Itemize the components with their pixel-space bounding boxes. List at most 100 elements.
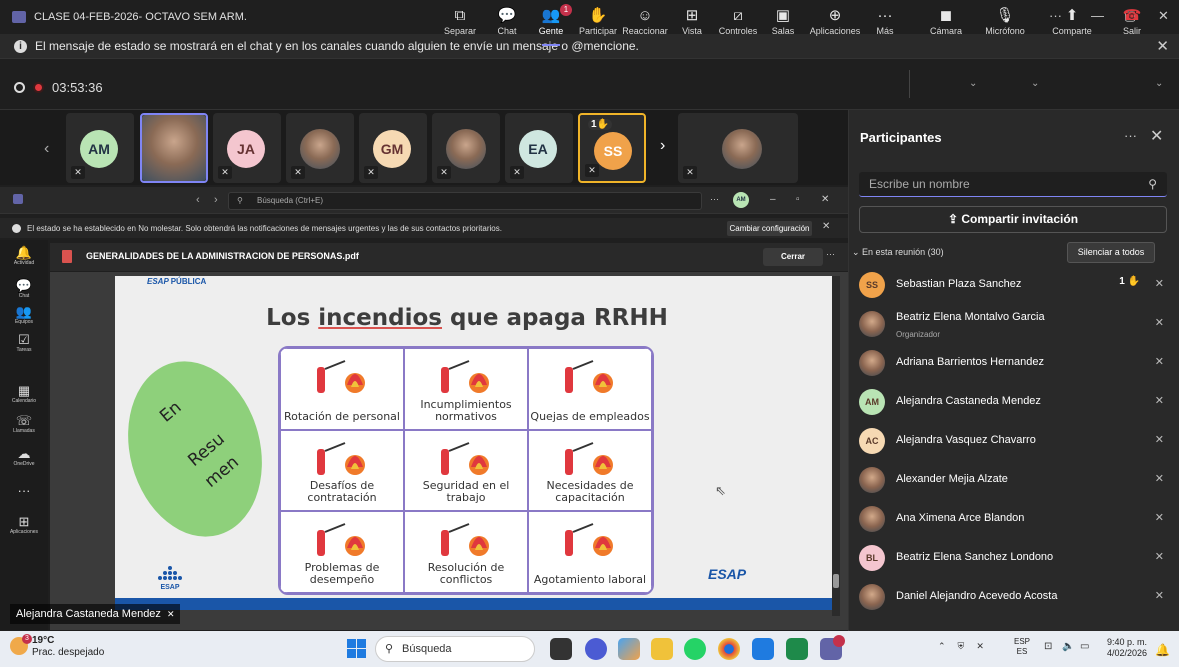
copilot-icon[interactable]: [585, 638, 607, 660]
vista-button[interactable]: ⊞ Vista: [678, 6, 706, 36]
clock[interactable]: 9:40 p. m. 4/02/2026: [1107, 637, 1147, 659]
scroll-thumb[interactable]: [833, 574, 839, 588]
salas-button[interactable]: ▣ Salas: [769, 6, 797, 36]
weather-widget[interactable]: 19°C Prac. despejado: [32, 635, 104, 659]
rail-item-llamadas[interactable]: ☏ Llamadas: [0, 414, 48, 435]
rail-item-calendario[interactable]: ▦ Calendario: [0, 384, 48, 405]
close-icon[interactable]: ✕: [1150, 126, 1163, 146]
video-tile-active[interactable]: [140, 113, 208, 183]
windows-start-icon[interactable]: [347, 639, 366, 658]
taskbar-search[interactable]: ⚲ Búsqueda: [375, 636, 535, 662]
participant-row[interactable]: Adriana Barrientos Hernandez ✕: [852, 346, 1174, 382]
video-tile[interactable]: JA ✕: [213, 113, 281, 183]
volume-icon[interactable]: 🔈: [1062, 641, 1074, 652]
restore-icon[interactable]: ▫: [796, 194, 800, 205]
participant-row[interactable]: AC Alejandra Vasquez Chavarro ✕: [852, 424, 1174, 460]
mic-off-icon[interactable]: ✕: [1155, 277, 1164, 290]
battery-icon[interactable]: ▭: [1080, 641, 1089, 652]
whatsapp-icon[interactable]: [684, 638, 706, 660]
reaccionar-button[interactable]: ☺ Reaccionar: [621, 6, 669, 36]
inner-search-input[interactable]: ⚲ Búsqueda (Ctrl+E): [228, 192, 702, 210]
participant-search-input[interactable]: Escribe un nombre ⚲: [859, 172, 1167, 197]
chevron-down-icon[interactable]: ⌄: [1031, 78, 1039, 89]
gente-button[interactable]: 👥 1 Gente: [536, 4, 572, 46]
mas-button[interactable]: ··· Más: [873, 6, 897, 36]
mic-off-icon[interactable]: ✕: [1155, 316, 1164, 329]
video-tile[interactable]: GM ✕: [359, 113, 427, 183]
video-tile[interactable]: EA ✕: [505, 113, 573, 183]
close-pdf-button[interactable]: Cerrar: [763, 248, 823, 266]
chrome-icon[interactable]: [718, 638, 740, 660]
mic-off-icon[interactable]: ✕: [1155, 355, 1164, 368]
security-icon[interactable]: ⛨: [958, 641, 965, 652]
next-icon[interactable]: ›: [660, 137, 665, 155]
close-window-button[interactable]: ✕: [1158, 8, 1169, 24]
mic-off-icon[interactable]: ✕: [1155, 394, 1164, 407]
pdf-scrollbar[interactable]: [832, 276, 840, 616]
video-tile[interactable]: ✕: [286, 113, 354, 183]
video-tile-raised-hand[interactable]: SS 1✋ ✕: [578, 113, 646, 183]
network-icon[interactable]: ⊡: [1044, 641, 1052, 652]
dismiss-banner-button[interactable]: ✕: [1156, 37, 1169, 55]
more-icon[interactable]: ···: [710, 194, 719, 204]
excel-icon[interactable]: [786, 638, 808, 660]
participant-row[interactable]: Alexander Mejia Alzate ✕: [852, 463, 1174, 499]
close-icon[interactable]: ✕: [821, 194, 829, 205]
rail-item-equipos[interactable]: 👥 Equipos: [0, 305, 48, 326]
participant-row[interactable]: Beatriz Elena Montalvo Garcia Organizador…: [852, 307, 1174, 343]
close-notice-icon[interactable]: ✕: [822, 221, 830, 232]
participant-row[interactable]: Daniel Alejandro Acevedo Acosta ✕: [852, 580, 1174, 616]
weather-icon[interactable]: 3: [10, 634, 32, 655]
prev-icon[interactable]: ‹: [44, 140, 49, 158]
participant-role: Organizador: [896, 330, 941, 339]
in-meeting-header[interactable]: ⌄ En esta reunión (30): [852, 247, 944, 258]
mic-off-icon[interactable]: ✕: [1155, 589, 1164, 602]
participant-row[interactable]: SS Sebastian Plaza Sanchez 1 ✋ ✕: [852, 268, 1174, 304]
video-tile[interactable]: AM ✕: [66, 113, 134, 183]
more-icon[interactable]: ···: [826, 249, 835, 259]
task-view-icon[interactable]: [550, 638, 572, 660]
rail-more[interactable]: ···: [0, 484, 48, 498]
mute-all-button[interactable]: Silenciar a todos: [1067, 242, 1155, 263]
chevron-up-icon[interactable]: ⌃: [938, 641, 946, 652]
aplicaciones-button[interactable]: ⊕ Aplicaciones: [808, 6, 862, 36]
controles-button[interactable]: ⧄ Controles: [716, 6, 760, 36]
camara-button[interactable]: ◼ Cámara: [927, 6, 965, 36]
notification-bell-icon[interactable]: 🔔: [1155, 643, 1170, 657]
outlook-icon[interactable]: [752, 638, 774, 660]
mic-off-icon[interactable]: ✕: [976, 641, 984, 652]
rail-item-tareas[interactable]: ☑ Tareas: [0, 333, 48, 354]
back-icon[interactable]: ‹: [196, 194, 200, 206]
file-explorer-icon[interactable]: [651, 638, 673, 660]
share-invite-button[interactable]: ⇪ Compartir invitación: [859, 206, 1167, 233]
salir-button[interactable]: ☎ Salir: [1118, 6, 1146, 36]
participar-button[interactable]: ✋ Participar: [578, 6, 618, 36]
chevron-down-icon[interactable]: ⌄: [969, 78, 977, 89]
rail-item-onedrive[interactable]: ☁ OneDrive: [0, 447, 48, 468]
rail-item-aplicaciones[interactable]: ⊞ Aplicaciones: [0, 515, 48, 536]
teams-icon[interactable]: [820, 635, 845, 660]
mic-off-icon[interactable]: ✕: [1155, 433, 1164, 446]
video-tile[interactable]: ✕: [432, 113, 500, 183]
chat-button[interactable]: 💬 Chat: [492, 6, 522, 36]
mic-off-icon[interactable]: ✕: [1155, 550, 1164, 563]
video-tile[interactable]: ✕: [678, 113, 798, 183]
separar-button[interactable]: ⧉ Separar: [443, 6, 477, 36]
rail-item-actividad[interactable]: 🔔 Actividad: [0, 246, 48, 267]
rail-item-chat[interactable]: 💬 Chat: [0, 279, 48, 300]
minimize-icon[interactable]: –: [770, 194, 776, 205]
microfono-button[interactable]: 🎙 Micrófono: [982, 6, 1028, 36]
mic-off-icon[interactable]: ✕: [1155, 511, 1164, 524]
participant-row[interactable]: Ana Ximena Arce Blandon ✕: [852, 502, 1174, 538]
avatar[interactable]: AM: [733, 192, 749, 208]
photos-icon[interactable]: [618, 638, 640, 660]
language-indicator[interactable]: ESP ES: [1014, 637, 1030, 657]
mic-off-icon[interactable]: ✕: [1155, 472, 1164, 485]
chevron-down-icon[interactable]: ⌄: [1155, 78, 1163, 89]
forward-icon[interactable]: ›: [214, 194, 218, 206]
more-icon[interactable]: ···: [1124, 128, 1137, 143]
compartir-button[interactable]: ⬆ Comparte: [1050, 6, 1094, 36]
change-config-button[interactable]: Cambiar configuración: [727, 221, 812, 236]
participant-row[interactable]: AM Alejandra Castaneda Mendez ✕: [852, 385, 1174, 421]
participant-row[interactable]: BL Beatriz Elena Sanchez Londono ✕: [852, 541, 1174, 577]
